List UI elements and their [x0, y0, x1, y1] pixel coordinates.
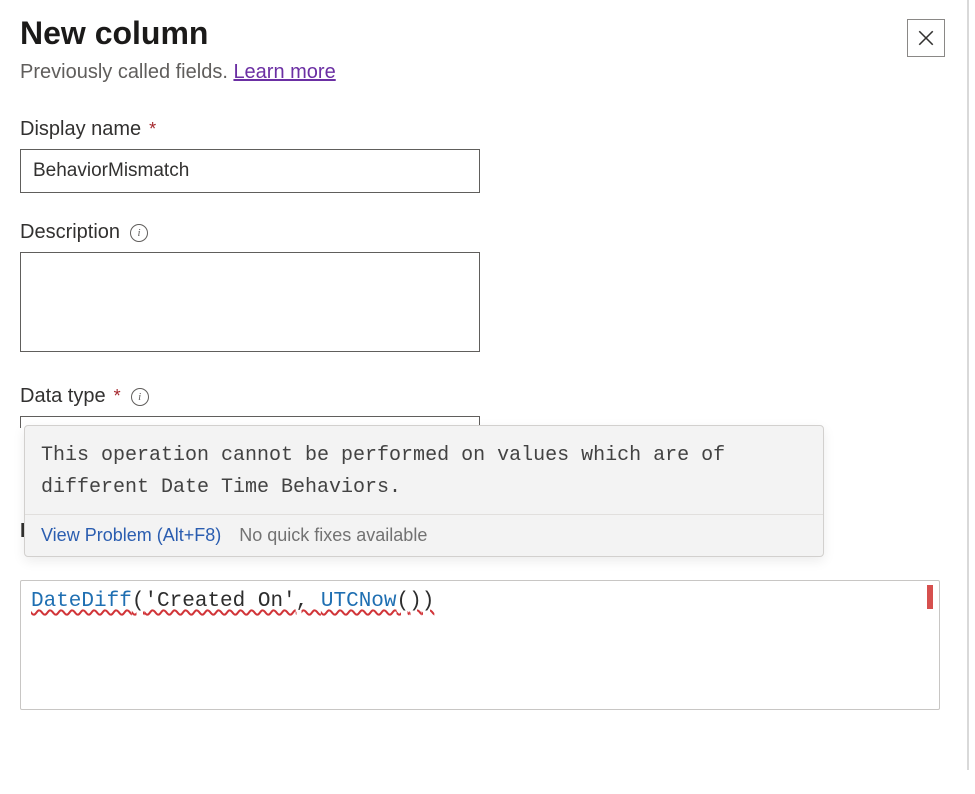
display-name-label-row: Display name * [20, 118, 955, 141]
display-name-input[interactable] [20, 149, 480, 193]
data-type-field: Data type * i F This operation cannot be… [20, 385, 955, 710]
token-paren-close: ) [422, 590, 435, 613]
formula-editor[interactable]: DateDiff('Created On', UTCNow()) [20, 580, 940, 710]
error-tooltip: This operation cannot be performed on va… [24, 425, 824, 557]
required-asterisk: * [114, 386, 121, 407]
close-button[interactable] [907, 19, 945, 57]
required-asterisk: * [149, 119, 156, 140]
description-label-row: Description i [20, 221, 955, 244]
token-string-createdon: 'Created On' [144, 590, 295, 613]
token-paren-open2: ( [397, 590, 410, 613]
display-name-label: Display name [20, 118, 141, 141]
data-type-label-row: Data type * i [20, 385, 955, 408]
subtitle: Previously called fields. Learn more [20, 61, 955, 84]
data-type-label: Data type [20, 385, 106, 408]
description-field: Description i [20, 221, 955, 357]
description-input[interactable] [20, 252, 480, 352]
scrollbar-track[interactable] [967, 0, 969, 770]
token-paren-open: ( [132, 590, 145, 613]
token-comma: , [296, 590, 321, 613]
close-icon [917, 29, 935, 47]
info-icon[interactable]: i [130, 224, 148, 242]
formula-line: DateDiff('Created On', UTCNow()) [31, 587, 929, 616]
info-icon[interactable]: i [131, 388, 149, 406]
tooltip-actions: View Problem (Alt+F8) No quick fixes ava… [25, 515, 823, 556]
page-title: New column [20, 15, 208, 52]
token-func-datediff: DateDiff [31, 590, 132, 613]
display-name-field: Display name * [20, 118, 955, 193]
error-message: This operation cannot be performed on va… [25, 426, 823, 515]
view-problem-link[interactable]: View Problem (Alt+F8) [41, 525, 221, 546]
token-paren-close2: ) [409, 590, 422, 613]
learn-more-link[interactable]: Learn more [233, 61, 335, 83]
subtitle-text: Previously called fields. [20, 61, 233, 83]
no-quick-fix-text: No quick fixes available [239, 525, 427, 546]
description-label: Description [20, 221, 120, 244]
token-func-utcnow: UTCNow [321, 590, 397, 613]
editor-cursor-indicator [927, 585, 933, 609]
header: New column [20, 15, 955, 57]
